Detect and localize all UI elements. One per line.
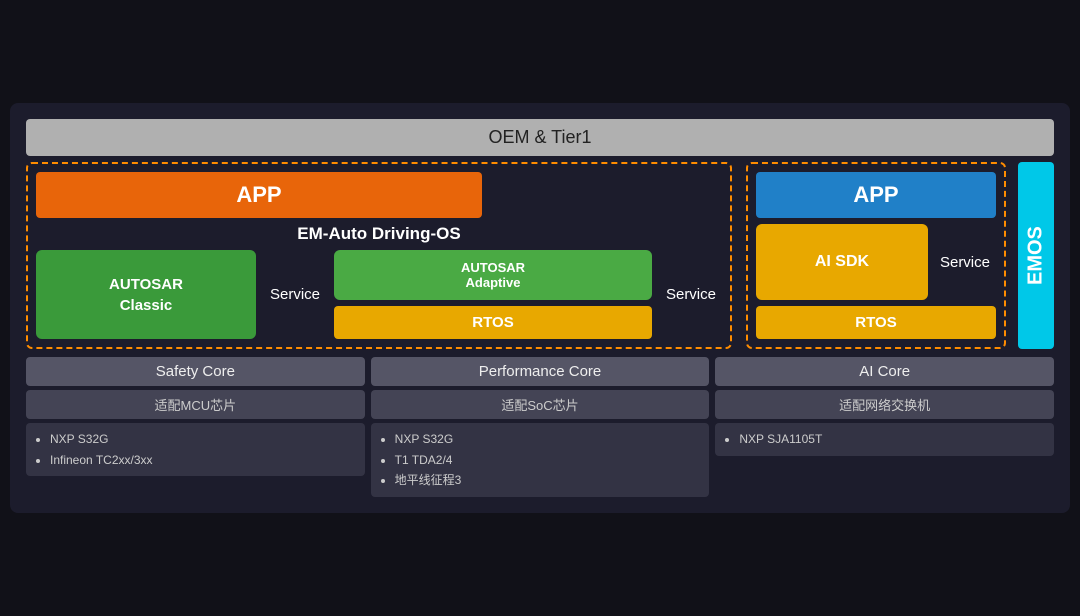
autosar-classic-text: AUTOSAR Classic [109,274,183,316]
inner-columns: AUTOSAR Classic Service AUTOSAR [36,250,722,339]
emos-bar: EMOS [1018,162,1054,349]
service-label-middle: Service [660,250,722,339]
ai-sdk-box: AI SDK [756,224,928,300]
ai-core-label: AI Core [715,357,1054,386]
bottom-section: Safety Core 适配MCU芯片 NXP S32G Infineon TC… [26,357,1054,496]
em-auto-label: EM-Auto Driving-OS [36,224,722,244]
oem-label: OEM & Tier1 [488,127,591,147]
rtos-bar-right: RTOS [756,306,996,339]
rtos-bar-left: RTOS [334,306,652,339]
main-wrapper: OEM & Tier1 APP EM-Auto Driving-OS AUTOS… [10,103,1070,512]
ai-chip-list: NXP SJA1105T [715,423,1054,455]
list-item: NXP S32G [395,429,700,449]
autosar-classic-box: AUTOSAR Classic [36,250,256,339]
list-item: NXP SJA1105T [739,429,1044,449]
right-section: APP AI SDK Service RTOS EM [746,162,1054,349]
oem-bar: OEM & Tier1 [26,119,1054,156]
safety-chip-title: 适配MCU芯片 [26,390,365,419]
service-label-left: Service [264,250,326,339]
app-left-label: APP [236,182,281,207]
perf-core-label: Performance Core [371,357,710,386]
perf-chip-title: 适配SoC芯片 [371,390,710,419]
perf-chip-list: NXP S32G T1 TDA2/4 地平线征程3 [371,423,710,496]
perf-core-col: Performance Core 适配SoC芯片 NXP S32G T1 TDA… [371,357,710,496]
autosar-adaptive-text: AUTOSAR Adaptive [461,260,525,290]
list-item: 地平线征程3 [395,470,700,490]
ai-chip-title: 适配网络交换机 [715,390,1054,419]
list-item: Infineon TC2xx/3xx [50,450,355,470]
safety-chip-list: NXP S32G Infineon TC2xx/3xx [26,423,365,476]
autosar-adaptive-box: AUTOSAR Adaptive [334,250,652,300]
safety-core-label: Safety Core [26,357,365,386]
app-bar-left: APP [36,172,482,218]
left-middle-dashed-box: APP EM-Auto Driving-OS AUTOSAR Classic [26,162,732,349]
service-label-right: Service [934,224,996,300]
app-bar-right: APP [756,172,996,218]
perf-top-row: AUTOSAR Adaptive [334,250,652,300]
ai-dashed-box: APP AI SDK Service RTOS [746,162,1006,349]
list-item: T1 TDA2/4 [395,450,700,470]
list-item: NXP S32G [50,429,355,449]
safety-column: AUTOSAR Classic [36,250,256,339]
perf-column: AUTOSAR Adaptive RTOS [334,250,652,339]
safety-core-col: Safety Core 适配MCU芯片 NXP S32G Infineon TC… [26,357,365,496]
ai-middle-row: AI SDK Service [756,224,996,300]
ai-core-col: AI Core 适配网络交换机 NXP SJA1105T [715,357,1054,496]
